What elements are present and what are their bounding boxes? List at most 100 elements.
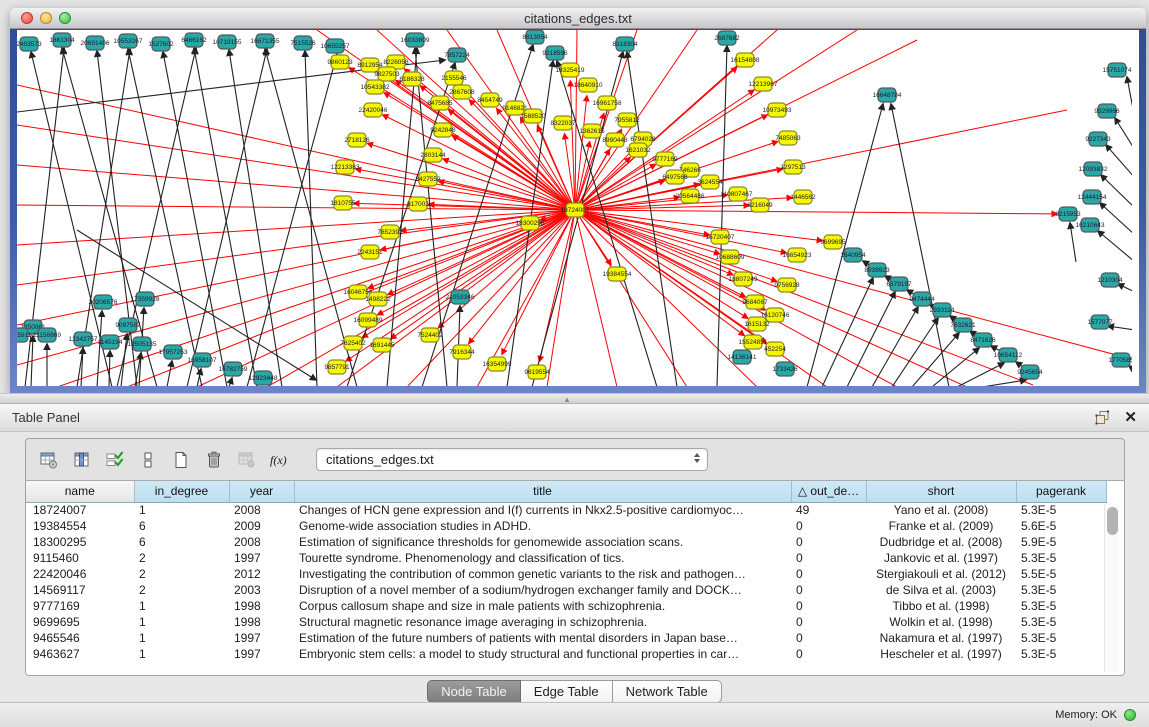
citation-edge-black[interactable] (1127, 77, 1132, 120)
graph-node[interactable]: 18325419 (556, 63, 585, 77)
table-cell[interactable]: 1998 (229, 614, 294, 630)
table-cell[interactable]: Stergiakouli et al. (2012) (866, 566, 1016, 582)
table-cell[interactable]: 9777169 (26, 598, 134, 614)
graph-node[interactable]: 7852391 (377, 225, 403, 239)
citation-edge-black[interactable] (163, 52, 227, 386)
table-cell[interactable]: 19384554 (26, 518, 134, 534)
column-header-in_degree[interactable]: in_degree (134, 481, 229, 502)
citation-edge-black[interactable] (109, 351, 110, 386)
citation-edge-black[interactable] (1115, 118, 1132, 150)
graph-node[interactable]: 1297513 (780, 160, 806, 174)
graph-node[interactable]: 8475685 (427, 96, 453, 110)
network-graph-svg[interactable]: 1872400782260588912954982750381863281054… (17, 30, 1132, 386)
table-cell[interactable]: 5.3E-5 (1016, 630, 1106, 646)
graph-node[interactable]: 8938923 (864, 263, 890, 277)
table-cell[interactable]: Nakamura et al. (1997) (866, 630, 1016, 646)
graph-node[interactable]: 8427552 (415, 172, 441, 186)
graph-node[interactable]: 1615132 (744, 317, 770, 331)
table-row[interactable]: 2242004622012Investigating the contribut… (26, 566, 1106, 582)
table-cell[interactable]: 1 (134, 598, 229, 614)
graph-node[interactable]: 1640954 (840, 248, 866, 262)
graph-node[interactable]: 1861304 (49, 33, 75, 47)
graph-node[interactable]: 7632621 (950, 318, 976, 332)
citation-edge-black[interactable] (982, 380, 1026, 386)
graph-node[interactable]: 8813054 (522, 30, 548, 44)
network-window-titlebar[interactable]: citations_edges.txt (10, 8, 1146, 29)
table-row[interactable]: 1938455462009Genome-wide association stu… (26, 518, 1106, 534)
table-cell[interactable]: Investigating the contribution of common… (294, 566, 791, 582)
table-settings-icon[interactable] (36, 447, 62, 473)
citation-edge-black[interactable] (892, 318, 938, 386)
graph-node[interactable]: 19384554 (603, 267, 632, 281)
graph-node[interactable]: 9619554 (524, 365, 550, 379)
graph-node[interactable]: 20691406 (81, 36, 110, 50)
close-traffic-light-button[interactable] (21, 12, 33, 24)
table-cell[interactable]: Structural magnetic resonance image aver… (294, 614, 791, 630)
citation-edge-black[interactable] (194, 48, 257, 386)
citation-edge-black[interactable] (1100, 203, 1132, 235)
float-panel-icon[interactable] (1095, 410, 1110, 425)
graph-node[interactable]: 7857224 (444, 48, 470, 62)
table-cell[interactable]: 5.3E-5 (1016, 598, 1106, 614)
table-row[interactable]: 969969511998Structural magnetic resonanc… (26, 614, 1106, 630)
table-cell[interactable]: 5.3E-5 (1016, 502, 1106, 518)
graph-node[interactable]: 2155546 (441, 71, 467, 85)
graph-node[interactable]: 1588520 (520, 109, 546, 123)
table-cell[interactable]: 49 (791, 502, 866, 518)
table-cell[interactable]: 5.3E-5 (1016, 646, 1106, 662)
graph-node[interactable]: 9474444 (909, 292, 935, 306)
table-cell[interactable]: 6 (134, 518, 229, 534)
table-row[interactable]: 911546021997Tourette syndrome. Phenomeno… (26, 550, 1106, 566)
graph-node[interactable]: 16654923 (783, 248, 812, 262)
table-cell[interactable]: 1997 (229, 550, 294, 566)
graph-node[interactable]: 10543382 (361, 80, 390, 94)
graph-node[interactable]: 17957253 (159, 345, 188, 359)
table-cell[interactable]: 9465546 (26, 630, 134, 646)
import-table-icon[interactable] (234, 447, 260, 473)
graph-node[interactable]: 6466162 (181, 33, 207, 47)
graph-node[interactable]: 9756928 (774, 278, 800, 292)
citation-edge-black[interactable] (1118, 284, 1132, 292)
graph-node[interactable]: 16154808 (731, 53, 760, 67)
table-cell[interactable]: Wolkin et al. (1998) (866, 614, 1016, 630)
graph-node[interactable]: 1810755 (330, 196, 356, 210)
table-cell[interactable]: Tibbo et al. (1998) (866, 598, 1016, 614)
table-cell[interactable]: 0 (791, 614, 866, 630)
table-cell[interactable]: 0 (791, 534, 866, 550)
graph-node[interactable]: 6379197 (886, 277, 912, 291)
table-cell[interactable]: Dudbridge et al. (2008) (866, 534, 1016, 550)
graph-node[interactable]: 1527602 (148, 37, 174, 51)
citation-edge-black[interactable] (1129, 366, 1132, 370)
table-cell[interactable]: 2008 (229, 502, 294, 518)
graph-node[interactable]: 8318304 (612, 37, 638, 51)
graph-node[interactable]: 9860123 (327, 55, 353, 69)
graph-node[interactable]: 7485063 (775, 131, 801, 145)
select-rows-icon[interactable] (102, 447, 128, 473)
citation-edge-black[interactable] (1106, 145, 1132, 178)
citation-edge-black[interactable] (265, 49, 357, 386)
graph-node[interactable]: 9097587 (115, 318, 141, 332)
table-cell[interactable]: Corpus callosum shape and size in male p… (294, 598, 791, 614)
graph-node[interactable]: 17359928 (131, 292, 160, 306)
table-scrollbar[interactable] (1104, 504, 1119, 672)
table-cell[interactable]: 5.3E-5 (1016, 614, 1106, 630)
citation-edge-black[interactable] (627, 52, 677, 386)
table-cell[interactable]: 2012 (229, 566, 294, 582)
citation-edge-black[interactable] (717, 46, 727, 386)
table-cell[interactable]: Estimation of significance thresholds fo… (294, 534, 791, 550)
graph-node[interactable]: 12213967 (749, 77, 778, 91)
tab-node-table[interactable]: Node Table (427, 680, 521, 703)
table-row[interactable]: 1872400712008Changes of HCN gene express… (26, 502, 1106, 518)
delete-table-icon[interactable] (201, 447, 227, 473)
citation-edge-red[interactable] (575, 210, 967, 386)
tab-edge-table[interactable]: Edge Table (521, 680, 613, 703)
table-cell[interactable]: 9463627 (26, 646, 134, 662)
table-cell[interactable]: 2009 (229, 518, 294, 534)
graph-node[interactable]: 10719155 (213, 35, 242, 49)
graph-node[interactable]: 9857791 (324, 360, 350, 374)
citation-edge-black[interactable] (932, 348, 979, 386)
citation-edge-black[interactable] (128, 49, 202, 386)
table-row[interactable]: 1456911722003Disruption of a novel membe… (26, 582, 1106, 598)
graph-node[interactable]: 10807467 (724, 187, 753, 201)
graph-node[interactable]: 1770585 (1108, 353, 1132, 367)
